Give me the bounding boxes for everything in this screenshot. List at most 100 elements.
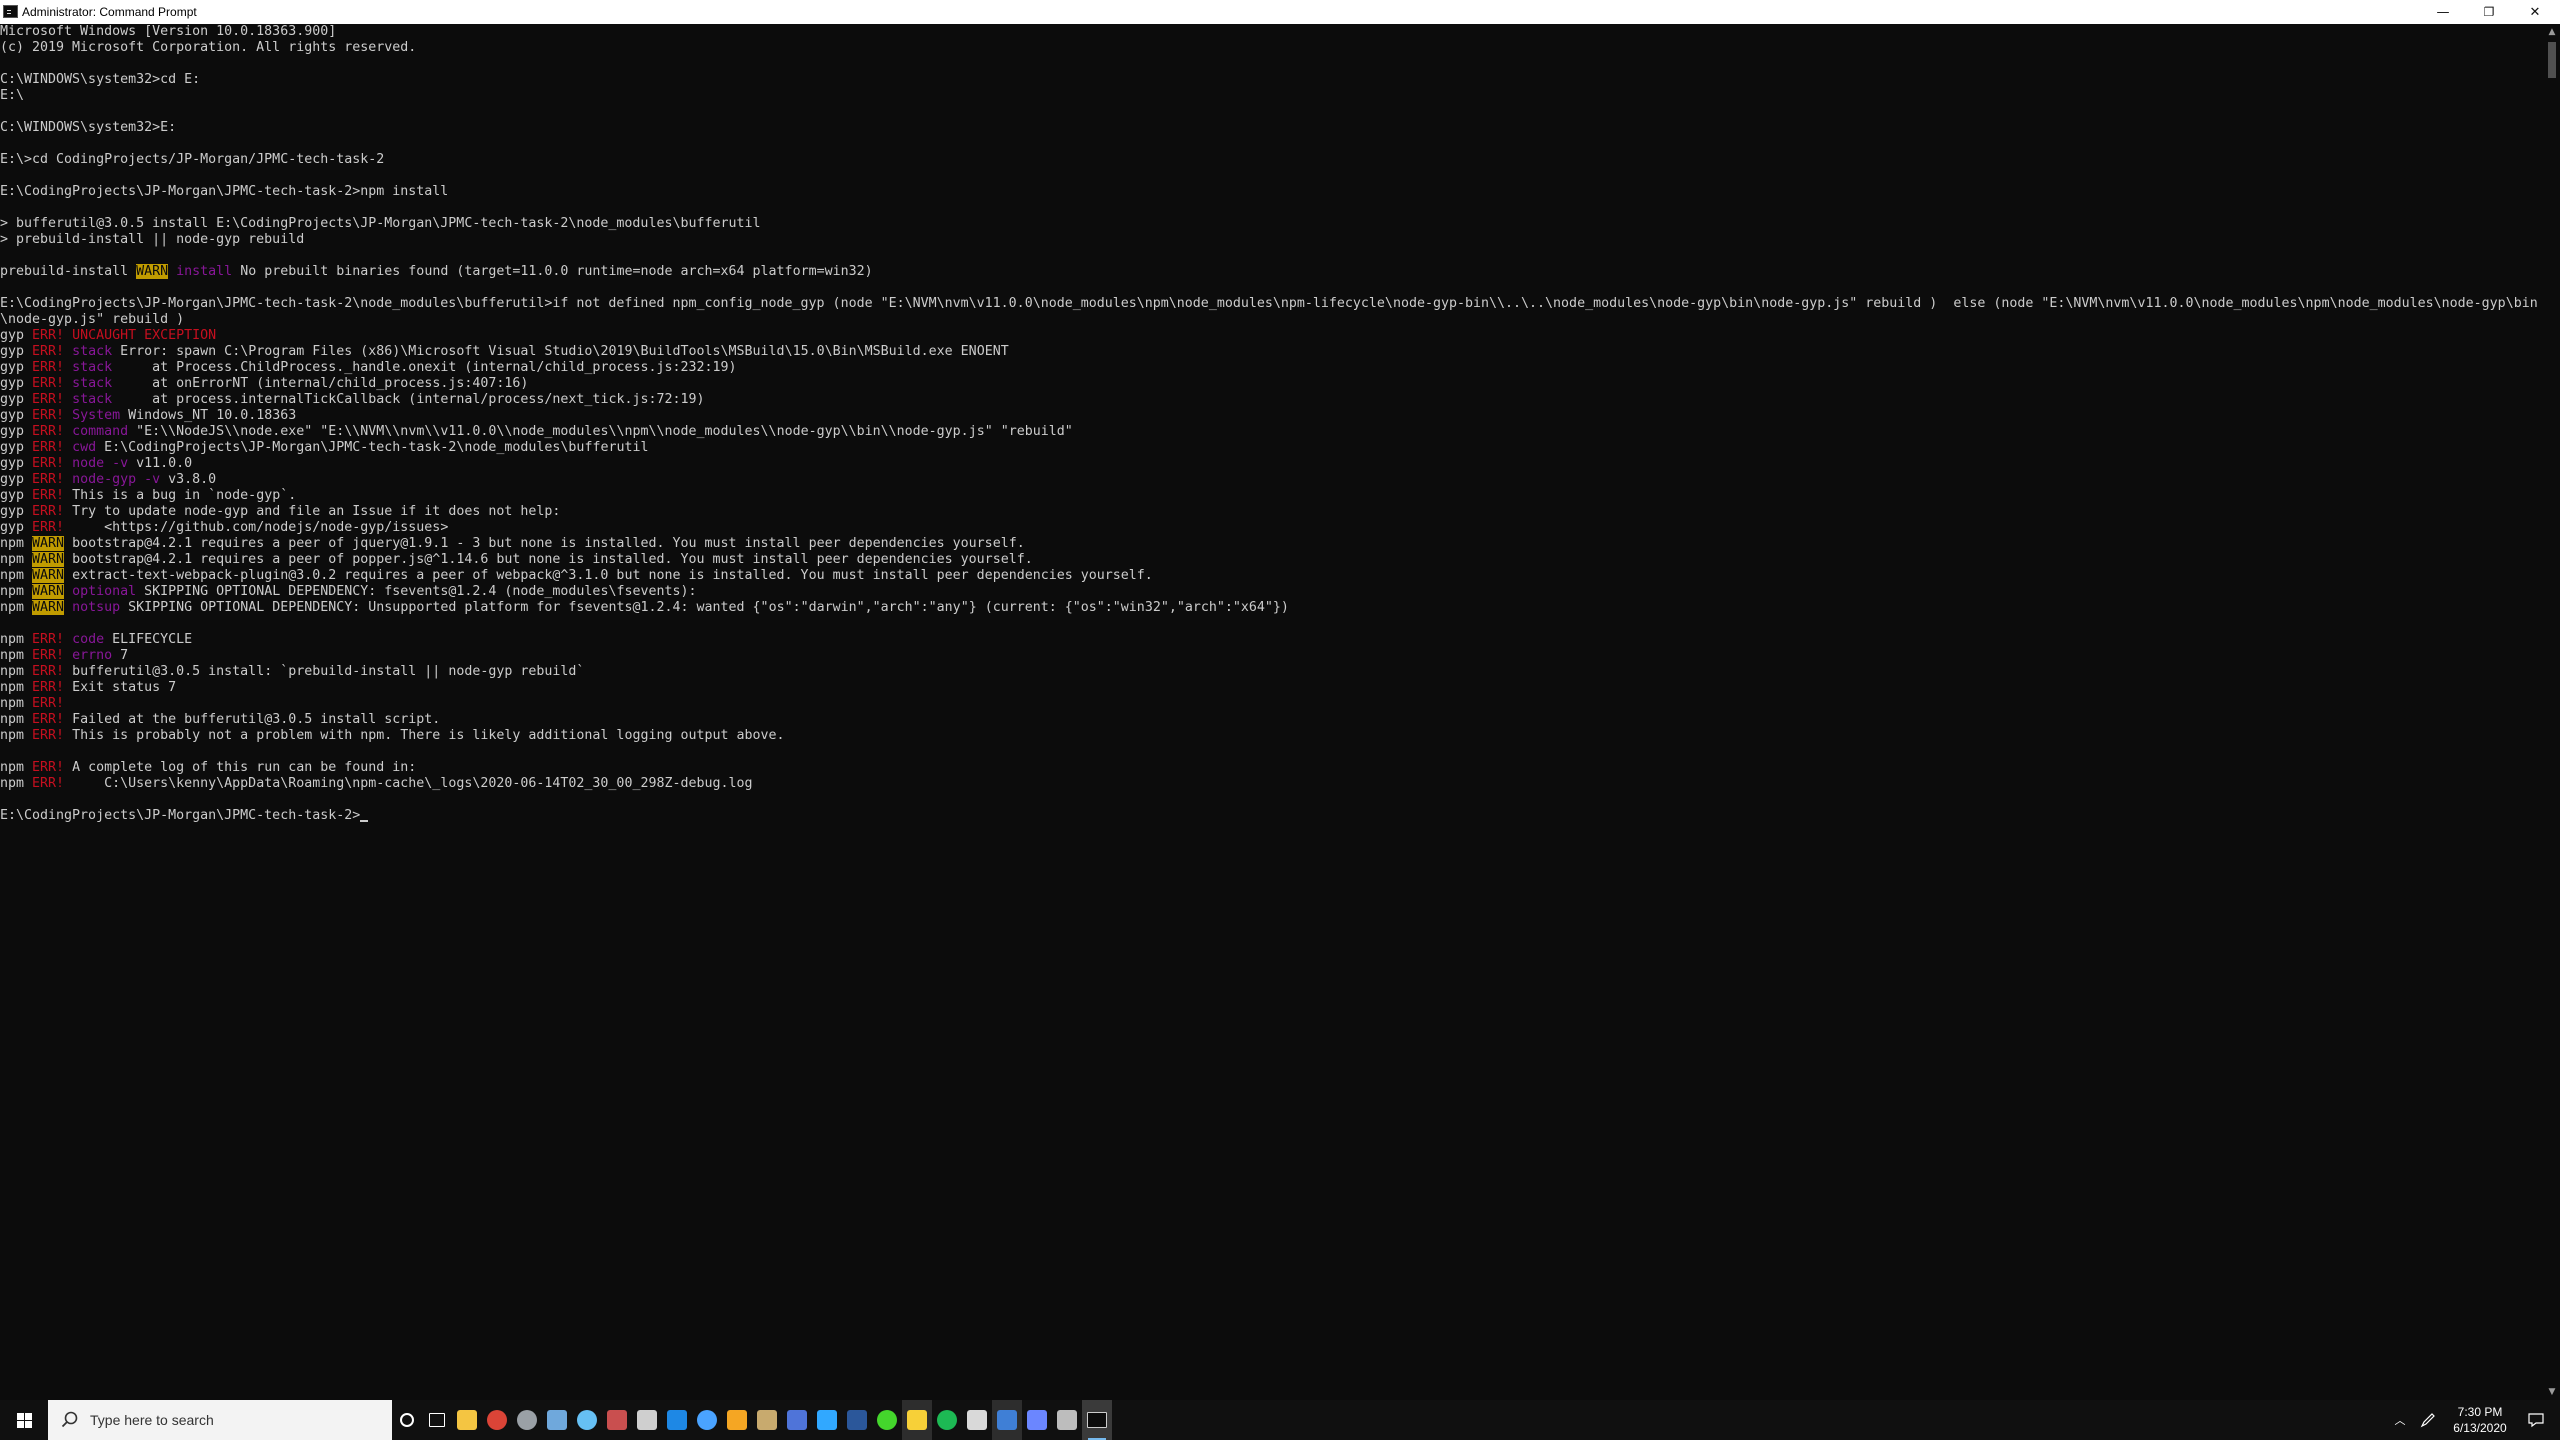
start-button[interactable] — [0, 1400, 48, 1440]
taskbar-app-chrome[interactable] — [482, 1400, 512, 1440]
restore-button[interactable]: ❐ — [2466, 0, 2512, 24]
taskbar-app-file-explorer[interactable] — [452, 1400, 482, 1440]
console-text: npm — [0, 552, 33, 567]
console-text: E:\>cd CodingProjects/JP-Morgan/JPMC-tec… — [0, 152, 385, 167]
scroll-thumb[interactable] — [2548, 42, 2556, 78]
taskbar-app-command-prompt[interactable] — [1082, 1400, 1112, 1440]
console-line: prebuild-install WARN install No prebuil… — [0, 264, 873, 280]
title-bar[interactable]: Administrator: Command Prompt — ❐ ✕ — [0, 0, 2560, 24]
console-text: npm — [0, 760, 33, 775]
console-text: gyp — [0, 456, 33, 471]
console-text: npm — [0, 680, 33, 695]
taskbar-app-razer[interactable] — [872, 1400, 902, 1440]
photoshop-icon — [817, 1410, 837, 1430]
log-tag: install — [176, 264, 233, 279]
minimize-button[interactable]: — — [2420, 0, 2466, 24]
close-button[interactable]: ✕ — [2512, 0, 2558, 24]
razer-icon — [877, 1410, 897, 1430]
err-label: ERR! — [32, 664, 65, 679]
console-text: npm — [0, 600, 33, 615]
console-line: \node-gyp.js" rebuild ) — [0, 312, 184, 328]
taskbar-app-ubisoft[interactable] — [662, 1400, 692, 1440]
file-manager-icon — [967, 1410, 987, 1430]
taskbar-app-photoshop[interactable] — [812, 1400, 842, 1440]
taskbar-app-cloud-drive[interactable] — [632, 1400, 662, 1440]
console-line: gyp ERR! System Windows_NT 10.0.18363 — [0, 408, 296, 424]
command-prompt-icon — [3, 5, 18, 18]
console-line: npm ERR! A complete log of this run can … — [0, 760, 416, 776]
console-line: gyp ERR! This is a bug in `node-gyp`. — [0, 488, 296, 504]
taskbar-app-task-view[interactable] — [422, 1400, 452, 1440]
console-text: at onErrorNT (internal/child_process.js:… — [112, 376, 529, 391]
scroll-down-arrow-icon[interactable]: ▼ — [2544, 1384, 2560, 1400]
err-label: ERR! — [32, 328, 65, 343]
warn-badge: WARN — [32, 552, 65, 567]
system-clock[interactable]: 7:30 PM 6/13/2020 — [2440, 1400, 2520, 1440]
visual-studio-icon — [1027, 1410, 1047, 1430]
log-tag: errno — [72, 648, 113, 663]
task-view-icon — [429, 1413, 445, 1427]
taskbar-app-file-manager[interactable] — [962, 1400, 992, 1440]
console-scrollbar[interactable]: ▲ ▼ — [2544, 24, 2560, 1400]
taskbar-app-intellij[interactable] — [722, 1400, 752, 1440]
taskbar-app-visual-studio[interactable] — [1022, 1400, 1052, 1440]
window-title: Administrator: Command Prompt — [22, 5, 197, 19]
err-label: ERR! — [32, 632, 65, 647]
pen-workspace-icon[interactable] — [2414, 1400, 2442, 1440]
taskbar-app-spotify[interactable] — [932, 1400, 962, 1440]
err-label: ERR! — [32, 392, 65, 407]
console-text: prebuild-install — [0, 264, 137, 279]
console-output[interactable]: Microsoft Windows [Version 10.0.18363.90… — [0, 24, 2544, 1400]
console-text: npm — [0, 584, 33, 599]
err-label: ERR! — [32, 344, 65, 359]
console-text: Exit status 7 — [64, 680, 177, 695]
action-center-button[interactable] — [2516, 1400, 2556, 1440]
console-line: npm ERR! C:\Users\kenny\AppData\Roaming\… — [0, 776, 753, 792]
teamspeak-icon — [997, 1410, 1017, 1430]
taskbar-app-teamspeak[interactable] — [992, 1400, 1022, 1440]
shortcut-app-icon — [1057, 1410, 1077, 1430]
scroll-up-arrow-icon[interactable]: ▲ — [2544, 24, 2560, 40]
sticky-notes-icon — [907, 1410, 927, 1430]
err-label: ERR! — [32, 696, 65, 711]
console-line: gyp ERR! stack at onErrorNT (internal/ch… — [0, 376, 528, 392]
taskbar-app-cortana[interactable] — [392, 1400, 422, 1440]
warn-badge: WARN — [32, 568, 65, 583]
show-hidden-icons-chevron-icon[interactable]: ︿ — [2388, 1400, 2412, 1440]
taskbar-app-steam-overlay[interactable] — [512, 1400, 542, 1440]
taskbar-app-league[interactable] — [752, 1400, 782, 1440]
console-text: gyp — [0, 328, 33, 343]
taskbar-app-code-editor[interactable] — [782, 1400, 812, 1440]
cloud-drive-icon — [637, 1410, 657, 1430]
console-text: gyp — [0, 472, 33, 487]
console-text: Windows_NT 10.0.18363 — [120, 408, 297, 423]
console-text: C:\Users\kenny\AppData\Roaming\npm-cache… — [64, 776, 753, 791]
log-tag: cwd — [72, 440, 97, 455]
notification-icon — [2528, 1413, 2544, 1428]
console-line: gyp ERR! command "E:\\NodeJS\\node.exe" … — [0, 424, 1073, 440]
taskbar-app-battlenet[interactable] — [692, 1400, 722, 1440]
console-text: gyp — [0, 520, 33, 535]
console-line: gyp ERR! stack at process.internalTickCa… — [0, 392, 705, 408]
log-tag: node-gyp -v — [72, 472, 161, 487]
console-line: gyp ERR! node-gyp -v v3.8.0 — [0, 472, 216, 488]
console-text: SKIPPING OPTIONAL DEPENDENCY: Unsupporte… — [120, 600, 1289, 615]
console-text: gyp — [0, 344, 33, 359]
taskbar-app-windows-sandbox[interactable] — [542, 1400, 572, 1440]
err-label: ERR! — [32, 648, 65, 663]
taskbar-search-box[interactable]: Type here to search — [48, 1400, 392, 1440]
console-line: > prebuild-install || node-gyp rebuild — [0, 232, 304, 248]
taskbar-app-sticky-notes[interactable] — [902, 1400, 932, 1440]
taskbar-app-shortcut-app[interactable] — [1052, 1400, 1082, 1440]
taskbar-app-mail-app[interactable] — [602, 1400, 632, 1440]
search-icon — [61, 1411, 78, 1428]
console-line: npm ERR! errno 7 — [0, 648, 128, 664]
taskbar-app-word[interactable] — [842, 1400, 872, 1440]
taskbar-app-steam[interactable] — [572, 1400, 602, 1440]
console-line: gyp ERR! <https://github.com/nodejs/node… — [0, 520, 448, 536]
console-text: extract-text-webpack-plugin@3.0.2 requir… — [64, 568, 1153, 583]
console-text: npm — [0, 776, 33, 791]
console-text: gyp — [0, 392, 33, 407]
